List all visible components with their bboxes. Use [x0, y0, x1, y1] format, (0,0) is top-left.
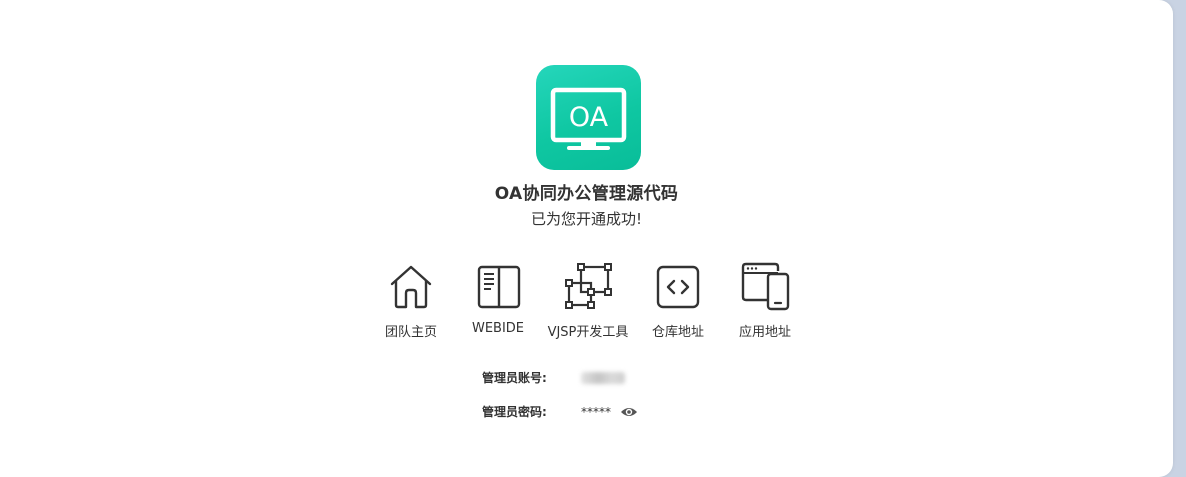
admin-account-label: 管理员账号:	[482, 371, 547, 385]
link-app-url[interactable]: 应用地址	[717, 262, 813, 342]
link-label-repository: 仓库地址	[651, 325, 704, 340]
link-label-app-url: 应用地址	[738, 325, 791, 340]
success-message: 已为您开通成功!	[530, 210, 642, 228]
code-brackets-icon	[656, 265, 700, 309]
admin-password-label: 管理员密码:	[482, 405, 547, 419]
eye-icon[interactable]	[620, 405, 638, 419]
link-label-team-home: 团队主页	[384, 325, 437, 340]
product-title: OA协同办公管理源代码	[494, 184, 679, 204]
link-webide[interactable]: WEBIDE	[450, 262, 546, 342]
link-vjsp-tool[interactable]: VJSP开发工具	[540, 262, 636, 342]
logo-text: OA	[569, 102, 609, 133]
browser-mobile-icon	[741, 262, 790, 311]
book-icon	[477, 265, 521, 309]
admin-password-value: *****	[581, 405, 611, 419]
success-card: OA OA协同办公管理源代码 已为您开通成功! 团队主页 WEBIDE VJSP…	[0, 0, 1173, 477]
admin-account-value-redacted	[581, 372, 625, 384]
home-icon	[390, 265, 432, 309]
quick-links: 团队主页 WEBIDE VJSP开发工具 仓库地址 应用地址	[0, 262, 1186, 342]
link-label-vjsp-tool: VJSP开发工具	[547, 325, 629, 340]
link-repository[interactable]: 仓库地址	[630, 262, 726, 342]
link-team-home[interactable]: 团队主页	[363, 262, 459, 342]
oa-logo: OA	[536, 65, 641, 170]
link-label-webide: WEBIDE	[471, 321, 525, 336]
vector-nodes-icon	[565, 263, 612, 309]
